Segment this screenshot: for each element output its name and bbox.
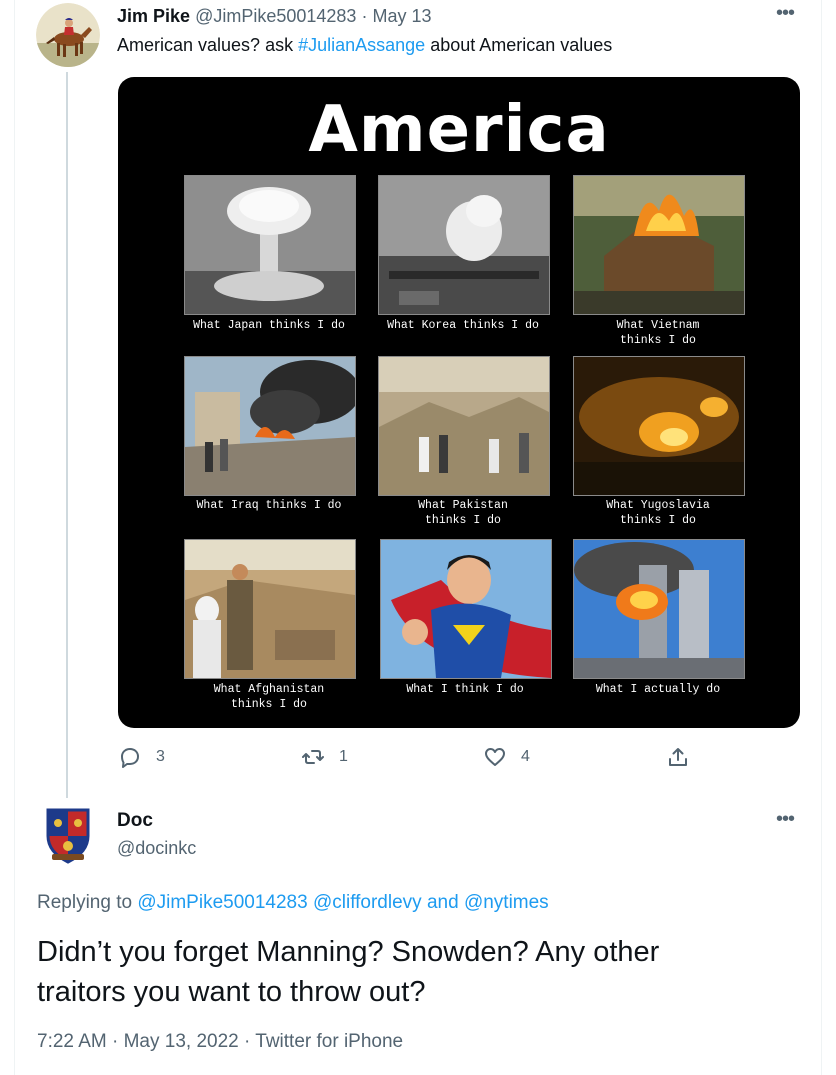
- horse-rider-icon: [36, 3, 100, 67]
- mention-nytimes[interactable]: @nytimes: [464, 892, 549, 913]
- heart-icon: [485, 748, 505, 766]
- mention-jimpike[interactable]: @JimPike50014283: [137, 892, 307, 913]
- tweet-header: Jim Pike @JimPike50014283 · May 13: [117, 6, 432, 27]
- panel-mushroom-cloud-icon: [184, 175, 356, 315]
- tweet-text: American values? ask #JulianAssange abou…: [117, 35, 612, 56]
- caption-pakistan: What Pakistan thinks I do: [418, 499, 508, 527]
- caption-japan: What Japan thinks I do: [193, 319, 345, 332]
- shield-crest-icon: [46, 808, 90, 864]
- reply-timestamp[interactable]: 7:22 AM · May 13, 2022 · Twitter for iPh…: [37, 1031, 403, 1053]
- hashtag-link[interactable]: #JulianAssange: [298, 35, 425, 55]
- retweet-icon: [302, 750, 324, 764]
- caption-what-i-do: What I actually do: [595, 683, 721, 696]
- reply-author-name[interactable]: Doc: [117, 810, 153, 832]
- reply-author-handle[interactable]: @docinkc: [117, 838, 196, 859]
- caption-what-i-think: What I think I do: [406, 683, 524, 696]
- panel-rubble-people-icon: [184, 539, 356, 679]
- caption-iraq: What Iraq thinks I do: [196, 499, 342, 512]
- mention-cliffordlevy[interactable]: @cliffordlevy: [313, 892, 422, 913]
- author-handle[interactable]: @JimPike50014283: [195, 6, 356, 26]
- replying-prefix: Replying to: [37, 892, 138, 913]
- more-options-icon[interactable]: •••: [776, 2, 795, 25]
- avatar-doc[interactable]: [42, 806, 94, 864]
- timeline-border-right: [821, 0, 822, 1075]
- reply-count: 3: [156, 748, 165, 765]
- caption-vietnam: What Vietnam thinks I do: [616, 319, 700, 347]
- panel-twin-towers-attack-icon: [573, 539, 745, 679]
- panel-smoke-rubble-icon: [184, 356, 356, 496]
- tweet-date[interactable]: May 13: [372, 6, 431, 26]
- caption-korea: What Korea thinks I do: [387, 319, 539, 332]
- image-title: America: [308, 93, 610, 167]
- reply-button[interactable]: 3: [118, 745, 165, 769]
- caption-afghanistan: What Afghanistan thinks I do: [213, 683, 325, 711]
- panel-bomb-explosion-icon: [378, 175, 550, 315]
- more-options-icon[interactable]: •••: [776, 808, 795, 831]
- reply-icon: [121, 748, 139, 768]
- timeline-border-left: [14, 0, 15, 1075]
- panel-burning-hut-icon: [573, 175, 745, 315]
- avatar-jim-pike[interactable]: [36, 3, 100, 67]
- like-count: 4: [521, 748, 530, 765]
- share-button[interactable]: [666, 745, 690, 769]
- reply-text-line1: Didn’t you forget Manning? Snowden? Any …: [37, 936, 660, 968]
- panel-city-bombing-night-icon: [573, 356, 745, 496]
- tweet-image[interactable]: America What Japan thinks I do What Kore…: [118, 77, 800, 728]
- like-button[interactable]: 4: [483, 745, 530, 769]
- separator-dot: ·: [361, 6, 368, 26]
- replying-to: Replying to @JimPike50014283 @cliffordle…: [37, 892, 549, 914]
- reply-text-line2: traitors you want to throw out?: [37, 976, 426, 1008]
- author-name[interactable]: Jim Pike: [117, 6, 190, 26]
- thread-connector-line: [66, 72, 68, 798]
- replying-and: and: [426, 892, 459, 913]
- share-icon: [669, 748, 687, 766]
- retweet-button[interactable]: 1: [301, 745, 348, 769]
- tweet-text-after: about American values: [425, 35, 613, 55]
- reply-text: Didn’t you forget Manning? Snowden? Any …: [37, 932, 777, 1012]
- panel-superman-icon: [380, 539, 552, 679]
- tweet-text-before: American values? ask: [117, 35, 299, 55]
- retweet-count: 1: [339, 748, 348, 765]
- caption-yugoslavia: What Yugoslavia thinks I do: [606, 499, 710, 527]
- panel-rubble-crowd-icon: [378, 356, 550, 496]
